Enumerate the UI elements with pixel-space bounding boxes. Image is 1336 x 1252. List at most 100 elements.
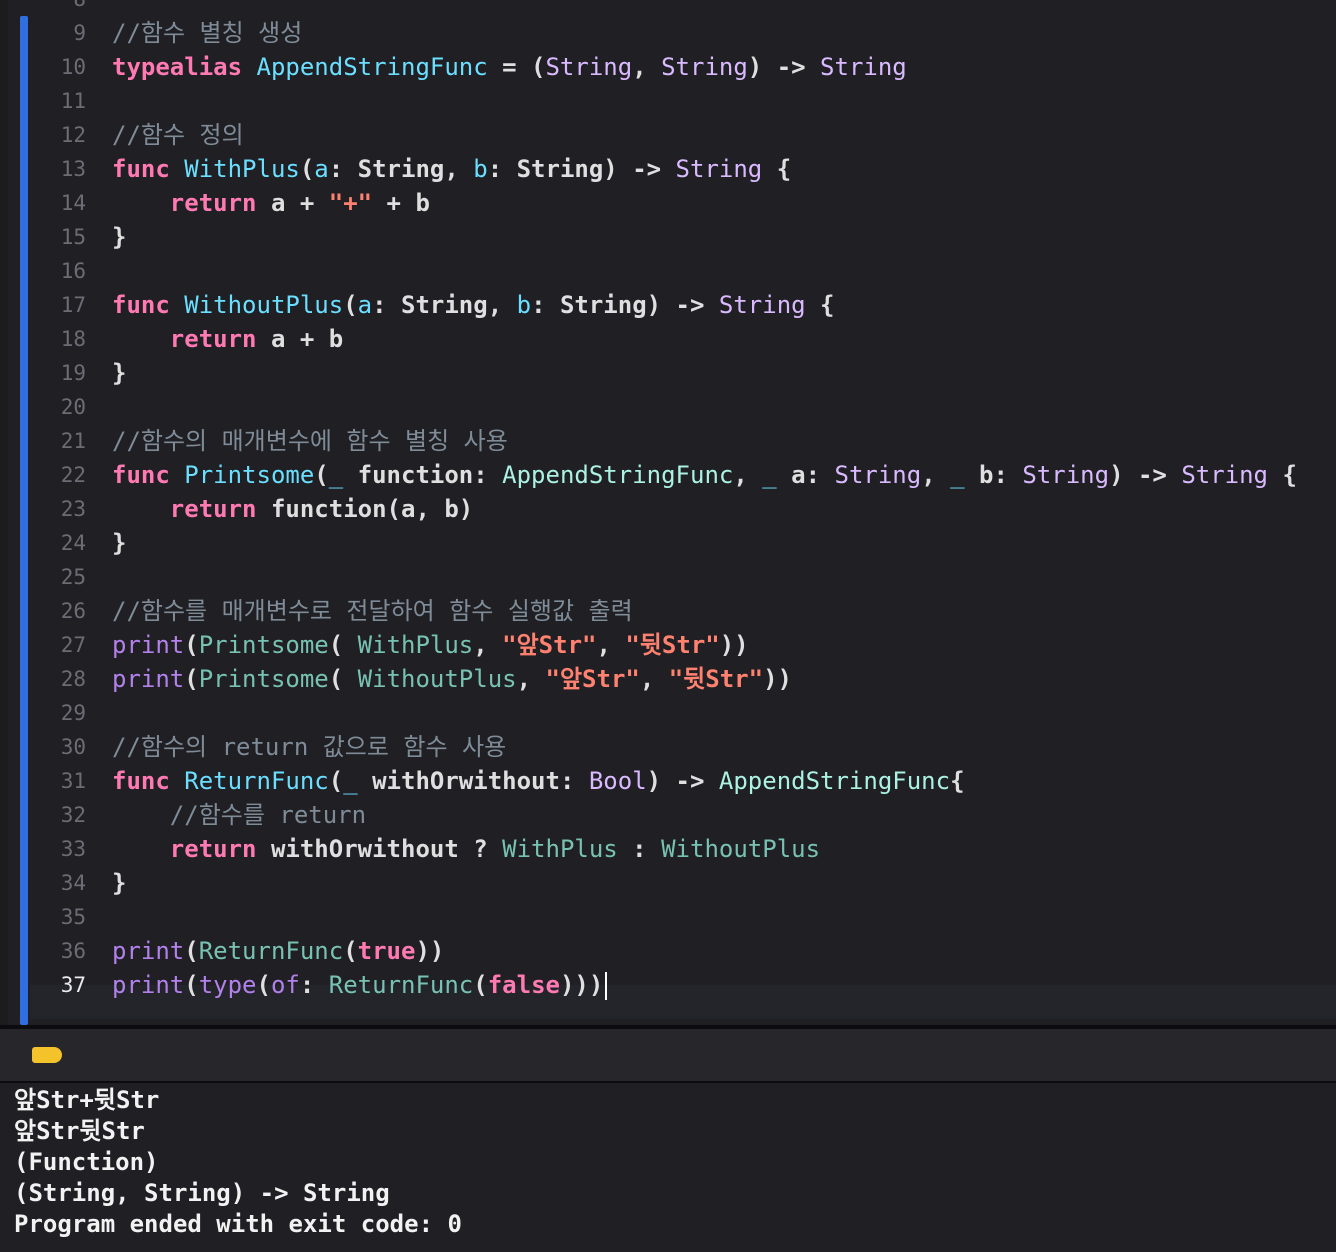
line-number: 30 [60, 735, 86, 759]
code-text[interactable]: //함수를 매개변수로 전달하여 함수 실행값 출력 [112, 594, 1336, 628]
code-token: } [112, 529, 127, 557]
code-text[interactable]: //함수 별칭 생성 [112, 16, 1336, 50]
code-line[interactable]: 18 return a + b [0, 322, 1336, 356]
code-line[interactable]: 28 print(Printsome( WithoutPlus, "앞Str", … [0, 662, 1336, 696]
code-token: , [473, 631, 503, 659]
code-line[interactable]: 23 return function(a, b) [0, 492, 1336, 526]
code-token: String [545, 53, 633, 81]
code-token: ))) [559, 971, 604, 999]
code-line[interactable]: 25 [0, 560, 1336, 594]
code-text[interactable]: return a + b [112, 322, 1336, 356]
code-token: String [834, 461, 922, 489]
code-token: String [675, 155, 763, 183]
code-line[interactable]: 8 [0, 0, 1336, 16]
code-line[interactable]: 24} [0, 526, 1336, 560]
code-line[interactable]: 17 func WithoutPlus(a: String, b: String)… [0, 288, 1336, 322]
line-number: 9 [73, 21, 86, 45]
code-token: false [487, 971, 560, 999]
code-line[interactable]: 30 //함수의 return 값으로 함수 사용 [0, 730, 1336, 764]
code-token: WithPlus [357, 631, 474, 659]
code-text[interactable]: func ReturnFunc(_ withOrwithout: Bool) -… [112, 764, 1336, 798]
code-text[interactable]: //함수의 return 값으로 함수 사용 [112, 730, 1336, 764]
code-token: , [733, 461, 763, 489]
code-token: String [718, 291, 806, 319]
code-token: String [1022, 461, 1110, 489]
code-line[interactable]: 15} [0, 220, 1336, 254]
code-lines: 8 9 //함수 별칭 생성 10 typealias AppendStringFunc… [0, 0, 1336, 1025]
code-text[interactable]: typealias AppendStringFunc = (String, St… [112, 50, 1336, 84]
code-text[interactable]: print(Printsome( WithPlus, "앞Str", "뒷Str… [112, 628, 1336, 662]
code-token: "앞Str" [502, 631, 597, 659]
code-line[interactable]: 29 [0, 696, 1336, 730]
code-text[interactable]: func Printsome(_ function: AppendStringF… [112, 458, 1336, 492]
code-line[interactable]: 35 [0, 900, 1336, 934]
code-line[interactable]: 20 [0, 390, 1336, 424]
line-number: 12 [60, 123, 86, 147]
code-text[interactable]: func WithoutPlus(a: String, b: String) -… [112, 288, 1336, 322]
line-number: 31 [60, 769, 86, 793]
code-text[interactable]: } [112, 866, 1336, 900]
console-tag-icon[interactable] [32, 1047, 62, 1063]
code-text[interactable]: //함수를 return [112, 798, 1336, 832]
code-editor[interactable]: 8 9 //함수 별칭 생성 10 typealias AppendStringFunc… [0, 0, 1336, 1025]
code-line[interactable]: 36 print(ReturnFunc(true)) [0, 934, 1336, 968]
code-token: function: [343, 461, 503, 489]
code-line[interactable]: 14 return a + "+" + b [0, 186, 1336, 220]
code-line[interactable]: 22 func Printsome(_ function: AppendStrin… [0, 458, 1336, 492]
code-token: //함수를 매개변수로 전달하여 함수 실행값 출력 [112, 597, 633, 625]
console-output[interactable]: 앞Str+뒷Str 앞Str뒷Str (Function) (String, Stri… [0, 1083, 1336, 1252]
code-token: "뒷Str" [625, 631, 720, 659]
text-cursor [605, 972, 608, 1000]
code-text[interactable]: print(Printsome( WithoutPlus, "앞Str", "뒷… [112, 662, 1336, 696]
code-token: WithoutPlus [184, 291, 344, 319]
code-text[interactable]: } [112, 526, 1336, 560]
line-number: 16 [60, 259, 86, 283]
code-token: = ( [487, 53, 546, 81]
code-line[interactable]: 21 //함수의 매개변수에 함수 별칭 사용 [0, 424, 1336, 458]
code-text[interactable]: } [112, 356, 1336, 390]
code-token: b [516, 291, 532, 319]
code-token: { [950, 767, 965, 795]
code-text[interactable]: print(type(of: ReturnFunc(false))) [112, 968, 1336, 1002]
code-line[interactable]: 26 //함수를 매개변수로 전달하여 함수 실행값 출력 [0, 594, 1336, 628]
code-text[interactable]: func WithPlus(a: String, b: String) -> S… [112, 152, 1336, 186]
code-token: )) [763, 665, 792, 693]
code-line[interactable]: 31 func ReturnFunc(_ withOrwithout: Bool)… [0, 764, 1336, 798]
code-token: //함수의 return 값으로 함수 사용 [112, 733, 507, 761]
code-line[interactable]: 12 //함수 정의 [0, 118, 1336, 152]
code-line[interactable]: 16 [0, 254, 1336, 288]
code-text[interactable]: return withOrwithout ? WithPlus : Withou… [112, 832, 1336, 866]
code-text[interactable]: return a + "+" + b [112, 186, 1336, 220]
code-line[interactable]: 34} [0, 866, 1336, 900]
code-token: WithoutPlus [661, 835, 821, 863]
code-token: ( [343, 291, 358, 319]
code-line[interactable]: 37 print(type(of: ReturnFunc(false))) [0, 968, 1336, 1002]
debug-bar [0, 1029, 1336, 1081]
code-line[interactable]: 27 print(Printsome( WithPlus, "앞Str", "뒷S… [0, 628, 1336, 662]
code-line[interactable]: 19} [0, 356, 1336, 390]
code-line[interactable]: 33 return withOrwithout ? WithPlus : Wit… [0, 832, 1336, 866]
code-text[interactable]: print(ReturnFunc(true)) [112, 934, 1336, 968]
line-number: 35 [60, 905, 86, 929]
line-number: 14 [60, 191, 86, 215]
code-line[interactable]: 10 typealias AppendStringFunc = (String, … [0, 50, 1336, 84]
code-text[interactable]: //함수 정의 [112, 118, 1336, 152]
code-line[interactable]: 32 //함수를 return [0, 798, 1336, 832]
code-text[interactable]: //함수의 매개변수에 함수 별칭 사용 [112, 424, 1336, 458]
code-token: { [762, 155, 792, 183]
code-token: AppendStringFunc [256, 53, 488, 81]
code-token: AppendStringFunc [502, 461, 734, 489]
code-token: print [112, 631, 185, 659]
code-token: , [596, 631, 626, 659]
code-line[interactable]: 13 func WithPlus(a: String, b: String) ->… [0, 152, 1336, 186]
code-line[interactable]: 9 //함수 별칭 생성 [0, 16, 1336, 50]
code-token: type [198, 971, 257, 999]
code-text[interactable]: } [112, 220, 1336, 254]
code-token: print [112, 971, 185, 999]
line-number: 10 [60, 55, 86, 79]
code-line[interactable]: 11 [0, 84, 1336, 118]
code-text[interactable]: return function(a, b) [112, 492, 1336, 526]
